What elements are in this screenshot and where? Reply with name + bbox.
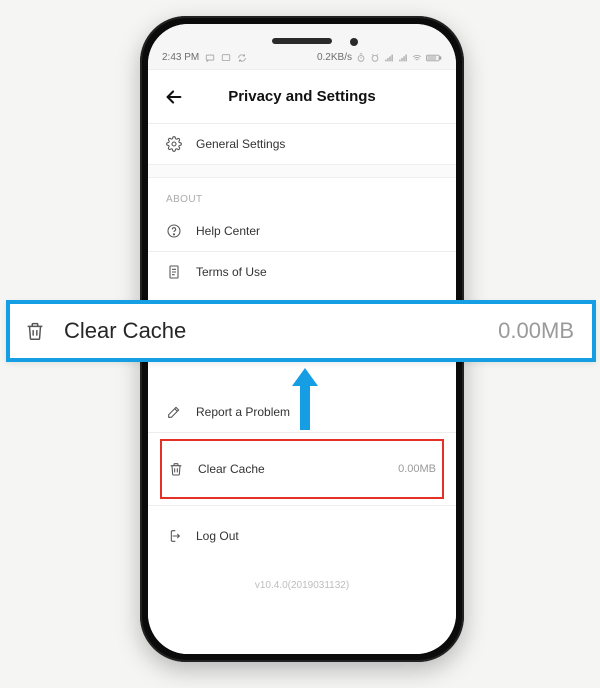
row-help-center[interactable]: Help Center xyxy=(148,211,456,251)
divider xyxy=(148,505,456,506)
sync-icon xyxy=(237,53,247,63)
logout-icon xyxy=(166,528,182,544)
timer-icon xyxy=(356,53,366,63)
row-log-out[interactable]: Log Out xyxy=(148,516,456,556)
back-arrow-icon xyxy=(163,86,185,108)
section-about-header: ABOUT xyxy=(148,178,456,211)
callout-clear-cache: Clear Cache 0.00MB xyxy=(6,300,596,362)
row-terms-of-use[interactable]: Terms of Use xyxy=(148,252,456,292)
phone-sensor xyxy=(350,38,358,46)
row-clear-cache[interactable]: Clear Cache 0.00MB xyxy=(168,449,436,489)
arrow-up-icon xyxy=(290,364,320,434)
alarm-icon xyxy=(370,53,380,63)
page-title: Privacy and Settings xyxy=(228,88,376,105)
row-label: Terms of Use xyxy=(196,265,438,279)
callout-label: Clear Cache xyxy=(64,318,498,344)
section-divider xyxy=(148,164,456,178)
trash-icon xyxy=(24,320,46,342)
gear-icon xyxy=(166,136,182,152)
chat-icon xyxy=(205,53,215,63)
trash-icon xyxy=(168,461,184,477)
message-icon xyxy=(221,53,231,63)
app-version: v10.4.0(2019031132) xyxy=(148,556,456,601)
row-label: Log Out xyxy=(196,529,438,543)
document-icon xyxy=(166,264,182,280)
help-icon xyxy=(166,223,182,239)
status-netspeed: 0.2KB/s xyxy=(317,52,352,63)
status-bar: 2:43 PM 0.2KB/s xyxy=(148,24,456,70)
battery-icon xyxy=(426,53,442,63)
wifi-icon xyxy=(412,53,422,63)
row-label: Help Center xyxy=(196,224,438,238)
signal-icon xyxy=(384,53,394,63)
highlight-clear-cache: Clear Cache 0.00MB xyxy=(160,439,444,499)
app-bar: Privacy and Settings xyxy=(148,70,456,124)
row-value: 0.00MB xyxy=(398,463,436,475)
callout-value: 0.00MB xyxy=(498,318,574,344)
phone-speaker xyxy=(272,38,332,44)
signal2-icon xyxy=(398,53,408,63)
row-general-settings[interactable]: General Settings xyxy=(148,124,456,164)
pencil-icon xyxy=(166,404,182,420)
back-button[interactable] xyxy=(160,83,188,111)
pointer-arrow xyxy=(290,364,320,434)
row-label: General Settings xyxy=(196,137,438,151)
status-time: 2:43 PM xyxy=(162,52,199,63)
row-label: Clear Cache xyxy=(198,462,384,476)
